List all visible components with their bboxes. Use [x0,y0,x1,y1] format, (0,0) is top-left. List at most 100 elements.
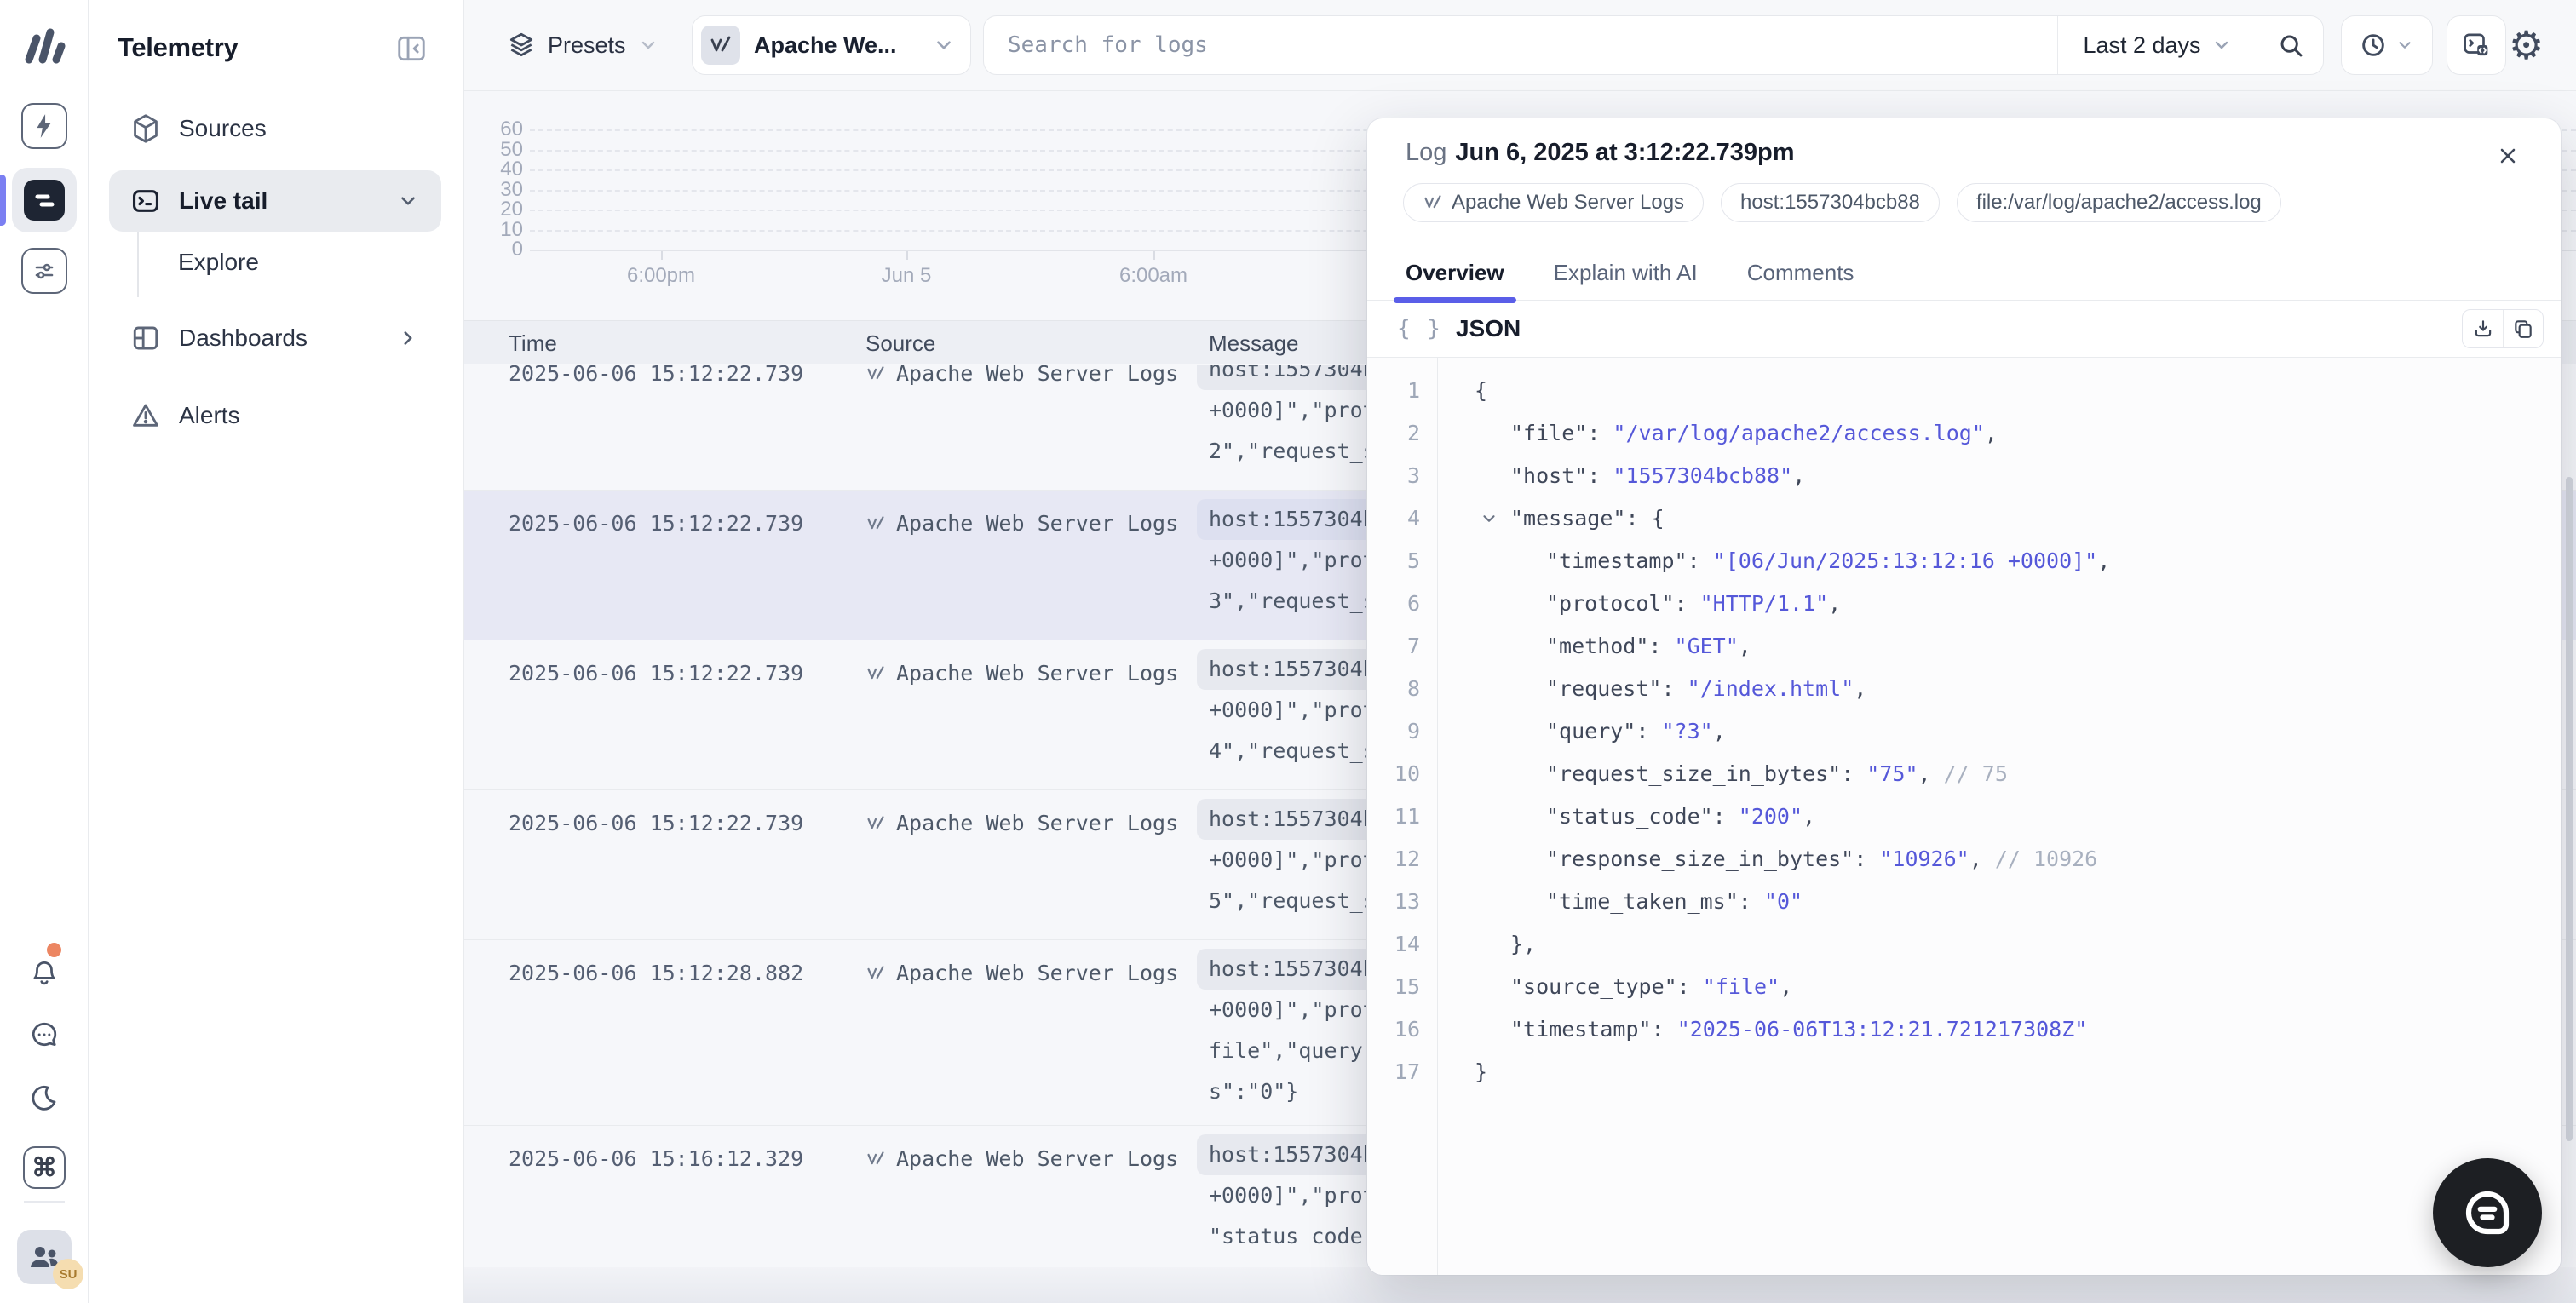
message-host-chip: host:1557304b [1197,1134,1388,1175]
logs-nav-active[interactable] [12,168,77,232]
command-shortcuts-icon[interactable]: ⌘ [19,1142,70,1193]
vector-source-icon [867,365,884,379]
json-section-label: JSON [1455,315,1521,342]
notification-dot [47,943,61,957]
support-chat-button[interactable] [2433,1158,2542,1267]
message-host-chip: host:1557304b [1197,949,1388,990]
json-actions [2462,309,2544,348]
tab-explain-with-ai[interactable]: Explain with AI [1554,246,1698,301]
log-attribute-badge[interactable]: Apache Web Server Logs [1403,183,1705,222]
json-key: "status_code" [1546,804,1713,829]
flows-nav-icon[interactable] [19,100,70,152]
json-value: "2025-06-06T13:12:21.721217308Z" [1676,1017,2088,1042]
rail-divider [24,1201,65,1203]
code-line: 16 "timestamp": "2025-06-06T13:12:21.7212… [1367,1008,2561,1051]
log-badges: Apache Web Server Logs host:1557304bcb88 f… [1403,183,2281,222]
json-key: "method" [1546,634,1649,658]
row-time: 2025-06-06 15:12:22.739 [509,365,804,386]
log-detail-title: Log Jun 6, 2025 at 3:12:22.739pm [1406,139,1795,167]
copy-json-button[interactable] [2503,310,2543,347]
presets-button[interactable]: Presets [507,20,658,70]
line-number: 14 [1394,932,1420,956]
close-icon[interactable] [2491,139,2525,173]
log-attribute-badge[interactable]: file:/var/log/apache2/access.log [1956,183,2281,222]
json-section-bar: { } JSON [1367,301,2561,358]
sidebar-item-live-tail[interactable]: Live tail [109,170,441,232]
badge-label: Apache Web Server Logs [1452,191,1685,214]
line-number: 9 [1406,719,1420,743]
vertical-scrollbar[interactable] [2566,477,2573,1141]
vector-source-icon [867,515,884,529]
code-line: 10 "request_size_in_bytes": "75", // 75 [1367,753,2561,795]
axiom-logo-icon[interactable] [22,24,66,66]
json-code-view: 1{2 "file": "/var/log/apache2/access.log"… [1367,358,2561,1275]
settings-sliders-nav-icon[interactable] [19,245,70,296]
badge-label: file:/var/log/apache2/access.log [1975,191,2262,214]
json-punct: { [1475,378,1488,403]
vector-source-icon [867,1151,884,1164]
json-punct: : { [1625,506,1665,531]
sidebar-item-dashboards[interactable]: Dashboards [109,312,441,364]
json-value: "GET" [1674,634,1739,658]
collapse-node-icon[interactable] [1480,509,1498,528]
json-key: "timestamp" [1546,548,1688,573]
json-value: "/index.html" [1687,676,1854,701]
time-range-select[interactable]: Last 2 days [2057,16,2257,74]
json-punct: , [1828,591,1842,616]
json-key: "time_taken_ms" [1546,889,1739,914]
json-punct: : [1587,421,1613,445]
chevron-right-icon [397,327,419,349]
dataset-select[interactable]: Apache We... [692,15,971,75]
line-number: 4 [1406,506,1420,531]
json-key: "request_size_in_bytes" [1546,761,1842,786]
settings-gear-icon[interactable]: ⚙ [2509,24,2544,66]
line-number: 2 [1406,421,1420,445]
clock-icon [2362,34,2384,56]
json-punct: : [1676,974,1703,999]
code-line: 1{ [1367,370,2561,412]
chevron-down-icon [641,41,654,49]
chevron-down-icon [397,190,419,212]
notifications-bell-icon[interactable] [19,943,70,997]
query-console-button[interactable] [2447,15,2506,75]
time-settings-button[interactable] [2341,15,2433,75]
y-tick-label: 0 [511,238,523,261]
sidebar: Telemetry Sources Live tail Explore Dash… [89,0,464,1303]
json-punct: } [1475,1059,1488,1084]
page-title: Telemetry [118,32,239,62]
line-number: 13 [1394,889,1420,914]
feedback-chat-icon[interactable] [19,1010,70,1061]
chat-bubble-icon [2465,1191,2510,1235]
json-comment: // 10926 [1994,847,2098,871]
code-line: 6 "protocol": "HTTP/1.1", [1367,583,2561,625]
braces-icon: { } [1397,316,1442,342]
row-source: Apache Web Server Logs [865,365,1178,386]
x-tick-label: 6:00pm [626,264,696,287]
sidebar-item-sources[interactable]: Sources [109,102,441,155]
json-punct: : [1674,591,1700,616]
row-source: Apache Web Server Logs [865,961,1178,985]
tab-comments[interactable]: Comments [1747,246,1854,301]
x-tick-label: Jun 5 [881,264,932,287]
json-value: "HTTP/1.1" [1699,591,1829,616]
json-punct: , [1969,847,1995,871]
download-json-button[interactable] [2463,310,2503,347]
code-line: 15 "source_type": "file", [1367,966,2561,1008]
log-attribute-badge[interactable]: host:1557304bcb88 [1721,183,1940,222]
sidebar-item-explore[interactable]: Explore [178,249,259,276]
app-root: ⌘ SU Telemetry Sources Live tail Explore… [0,0,2576,1303]
avatar[interactable]: SU [53,1259,83,1289]
collapse-sidebar-icon[interactable] [394,31,429,66]
alert-triangle-icon [131,401,160,430]
tab-overview[interactable]: Overview [1394,246,1516,303]
chevron-down-icon [937,41,951,49]
log-title-prefix: Log [1406,139,1447,166]
search-input[interactable] [984,16,2057,74]
presets-label: Presets [548,32,626,58]
code-line: 11 "status_code": "200", [1367,795,2561,838]
json-comment: // 75 [1943,761,2008,786]
logs-icon [24,180,65,221]
dark-mode-moon-icon[interactable] [19,1072,70,1123]
run-search-button[interactable] [2257,16,2323,74]
sidebar-item-alerts[interactable]: Alerts [109,389,441,442]
